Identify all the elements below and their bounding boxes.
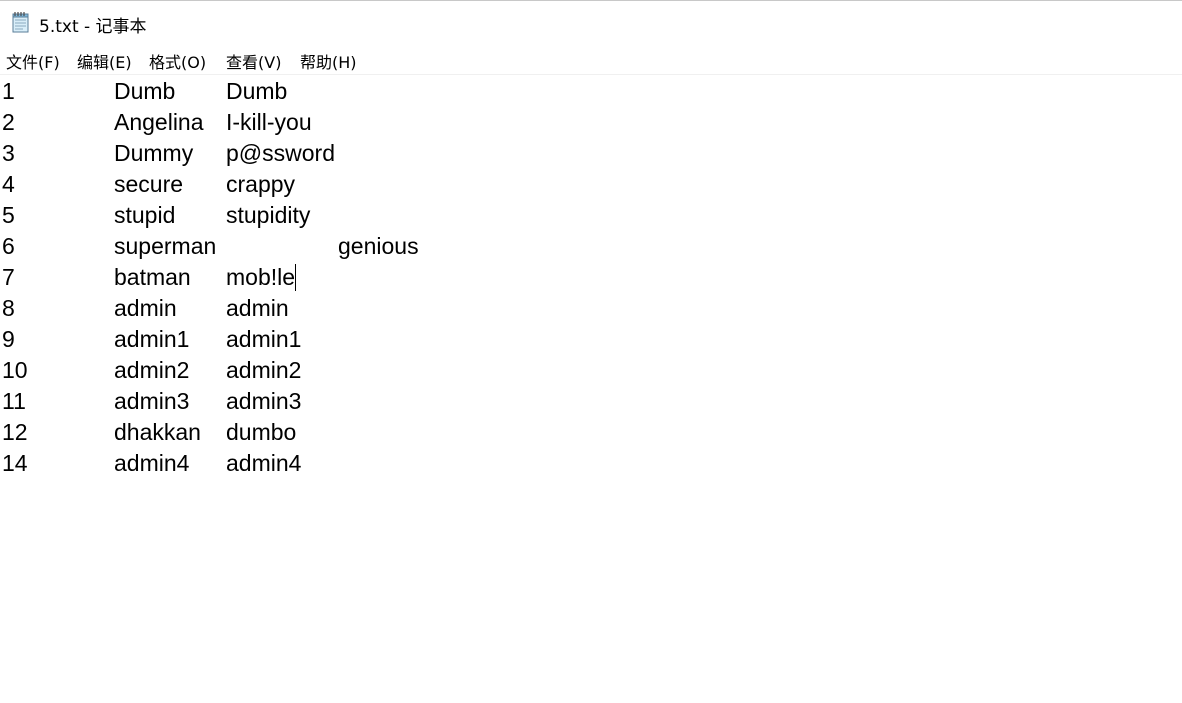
text-line: 2 Angelina I-kill-you	[0, 107, 312, 138]
line-number: 4	[2, 171, 15, 197]
menu-bar: 文件(F) 编辑(E) 格式(O) 查看(V) 帮助(H)	[0, 46, 1182, 73]
text-line: 14 admin4 admin4	[0, 448, 301, 479]
username-text: Angelina	[114, 109, 204, 135]
text-line: 5 stupid stupidity	[0, 200, 310, 231]
line-number: 11	[2, 388, 26, 414]
menu-edit[interactable]: 编辑(E)	[76, 49, 133, 73]
line-number: 9	[2, 326, 15, 352]
password-text: I-kill-you	[226, 109, 312, 135]
password-text: Dumb	[226, 78, 288, 104]
line-number: 8	[2, 295, 15, 321]
username-text: dhakkan	[114, 419, 201, 445]
notepad-window: 5.txt - 记事本 文件(F) 编辑(E) 格式(O) 查看(V) 帮助(H…	[0, 0, 1182, 703]
username-text: stupid	[114, 202, 176, 228]
menu-help[interactable]: 帮助(H)	[299, 49, 358, 73]
password-text: crappy	[226, 171, 296, 197]
password-text: dumbo	[226, 419, 297, 445]
text-line: 7 batman mob!le	[0, 262, 297, 293]
password-text-with-caret: mob!le	[226, 262, 297, 293]
text-caret	[295, 264, 297, 291]
line-number: 10	[2, 357, 28, 383]
line-number: 3	[2, 140, 15, 166]
password-text: genious	[338, 233, 419, 259]
line-number: 14	[2, 450, 28, 476]
line-number: 5	[2, 202, 15, 228]
password-text: admin1	[226, 326, 302, 352]
line-number: 6	[2, 233, 15, 259]
line-number: 2	[2, 109, 15, 135]
menu-view[interactable]: 查看(V)	[225, 49, 282, 73]
line-number: 12	[2, 419, 28, 445]
text-line: 3 Dummy p@ssword	[0, 138, 335, 169]
username-text: admin3	[114, 388, 190, 414]
text-line: 4 secure crappy	[0, 169, 295, 200]
password-text: stupidity	[226, 202, 311, 228]
username-text: batman	[114, 264, 191, 290]
password-text: p@ssword	[226, 140, 335, 166]
text-line: 8 admin admin	[0, 293, 289, 324]
username-text: superman	[114, 233, 217, 259]
password-text: admin3	[226, 388, 302, 414]
line-number: 1	[2, 78, 15, 104]
window-title: 5.txt - 记事本	[39, 17, 147, 37]
password-text: mob!le	[226, 264, 296, 290]
text-line: 10 admin2 admin2	[0, 355, 301, 386]
password-text: admin	[226, 295, 289, 321]
line-number: 7	[2, 264, 15, 290]
username-text: secure	[114, 171, 184, 197]
username-text: admin2	[114, 357, 190, 383]
username-text: Dummy	[114, 140, 194, 166]
title-bar[interactable]: 5.txt - 记事本	[0, 0, 1182, 44]
password-text: admin2	[226, 357, 302, 383]
menu-file[interactable]: 文件(F)	[5, 49, 61, 73]
username-text: admin	[114, 295, 177, 321]
username-text: admin4	[114, 450, 190, 476]
notepad-icon	[11, 11, 31, 33]
text-line: 11 admin3 admin3	[0, 386, 301, 417]
text-editor-area[interactable]: 1 Dumb Dumb 2 Angelina I-kill-you 3 Dumm…	[0, 75, 1182, 703]
text-line: 9 admin1 admin1	[0, 324, 301, 355]
text-line: 12 dhakkan dumbo	[0, 417, 296, 448]
text-line: 1 Dumb Dumb	[0, 76, 287, 107]
text-line: 6 superman genious	[0, 231, 419, 262]
password-text: admin4	[226, 450, 302, 476]
username-text: admin1	[114, 326, 190, 352]
username-text: Dumb	[114, 78, 176, 104]
menu-format[interactable]: 格式(O)	[148, 49, 207, 73]
